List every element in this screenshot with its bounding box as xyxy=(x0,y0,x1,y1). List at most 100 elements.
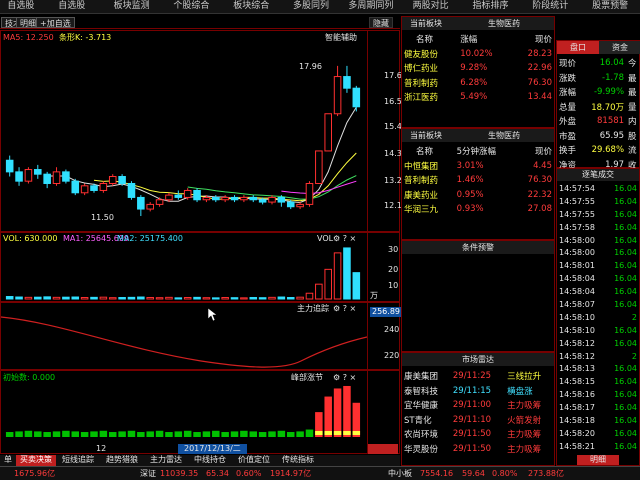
quote-value: 81581 xyxy=(597,116,625,127)
menu-item[interactable]: 股票预警 xyxy=(580,0,640,13)
tick-price: 16.04 xyxy=(614,235,637,245)
volume-bar xyxy=(324,268,332,300)
y-tick: 17.6 xyxy=(384,71,402,80)
menu-item[interactable]: 自选股 xyxy=(0,0,42,13)
stock-change: 10.02% xyxy=(460,48,493,59)
menu-item[interactable]: 板块综合 xyxy=(221,0,281,13)
tick-time: 14:57:58 xyxy=(559,222,595,232)
tab-funds[interactable]: 资金 xyxy=(599,41,640,54)
candle xyxy=(352,87,361,108)
add-favorite-button[interactable]: +加自选 xyxy=(36,17,75,28)
quote-label: 流 xyxy=(628,146,637,157)
candle xyxy=(277,196,286,203)
stock-name: 华灵股份 xyxy=(404,444,439,455)
tick-price: 2 xyxy=(631,351,637,361)
menu-item[interactable]: 多周期同列 xyxy=(341,0,401,13)
table-row[interactable]: ST青化 29/11:10 火箭发射 xyxy=(402,413,554,428)
y-tick: 13.2 xyxy=(384,176,402,185)
table-row[interactable]: 宜华健康 29/11:00 主力吸筹 xyxy=(402,398,554,413)
signal-bar xyxy=(193,432,201,437)
tab-indicator[interactable]: 单 xyxy=(0,455,16,466)
volume-bar xyxy=(52,296,61,300)
tab-quote[interactable]: 盘口 xyxy=(557,41,599,54)
candle xyxy=(71,180,80,194)
signal-bar xyxy=(333,388,342,437)
vol-unit: 万 xyxy=(370,291,378,300)
tab-indicator[interactable]: 传统指标 xyxy=(276,455,320,466)
index-change: 59.64 xyxy=(462,469,485,478)
vol-axis: 30 20 10 万 xyxy=(367,233,401,301)
signal-bar xyxy=(258,432,267,437)
sector-name[interactable]: 生物医药 xyxy=(488,19,520,29)
tick-price: 16.04 xyxy=(614,196,637,206)
volume-bar xyxy=(174,297,183,300)
menu-item[interactable]: 两股对比 xyxy=(401,0,461,13)
detail-button[interactable]: 明细 xyxy=(577,455,619,465)
stock-name: 博仁药业 xyxy=(404,64,439,75)
menu-item[interactable]: 阶段统计 xyxy=(520,0,580,13)
tick-row: 14:57:58 16.04 xyxy=(557,222,639,235)
table-row[interactable]: 浙江医药 5.49% 13.44 xyxy=(402,90,554,105)
quote-label: 量 xyxy=(628,102,637,113)
index-amount: 1914.97亿 xyxy=(270,469,312,478)
tick-price: 16.04 xyxy=(614,441,637,451)
tick-price: 16.04 xyxy=(614,248,637,258)
oscillator-panel[interactable]: 主力追踪 ⚙ ? × 256.89 240 220 xyxy=(0,302,402,370)
tick-price: 16.04 xyxy=(614,209,637,219)
table-row[interactable]: 博仁药业 9.28% 22.96 xyxy=(402,61,554,76)
table-row[interactable]: 华润三九 0.93% 27.08 xyxy=(402,202,554,217)
menu-item[interactable]: 个股综合 xyxy=(162,0,222,13)
candle xyxy=(52,171,61,184)
table-row[interactable]: 普利制药 6.28% 76.30 xyxy=(402,76,554,91)
signal-chart xyxy=(5,385,361,437)
volume-bar xyxy=(193,296,201,300)
date-row: 12 2017/12/13/二 xyxy=(0,444,400,455)
tick-time: 14:58:21 xyxy=(559,441,595,451)
volume-bar xyxy=(137,296,145,300)
table-row[interactable]: 康美集团 29/11:25 三线拉升 xyxy=(402,369,554,384)
tick-row: 14:58:21 16.04 xyxy=(557,441,639,454)
table-row[interactable]: 农尚环境 29/11:50 主力吸筹 xyxy=(402,427,554,442)
quote-value: -9.99% xyxy=(593,87,625,98)
menu-item[interactable]: 板块监测 xyxy=(102,0,162,13)
sector-name[interactable]: 生物医药 xyxy=(488,131,520,141)
table-row[interactable]: 中恒集团 3.01% 4.45 xyxy=(402,159,554,174)
signal-panel[interactable]: 初始数: 0.000 峰部涨节 ⚙ ? × xyxy=(0,370,400,454)
candle xyxy=(99,182,108,191)
chart-toolbar: 技术 明细 +加自选 隐藏 xyxy=(0,16,400,29)
table-row[interactable]: 健友股份 10.02% 28.23 xyxy=(402,47,554,62)
menu-item[interactable]: 自选股 xyxy=(42,0,102,13)
volume-bar xyxy=(258,297,267,300)
tab-indicator[interactable]: 短线追踪 xyxy=(56,455,100,466)
table-row[interactable]: 康美药业 0.95% 22.32 xyxy=(402,188,554,203)
table-row[interactable]: 普利制药 1.46% 76.30 xyxy=(402,173,554,188)
candle xyxy=(221,196,229,201)
tab-indicator[interactable]: 买卖决策 xyxy=(16,455,56,466)
table-row[interactable]: 泰智科技 29/11:15 横盘涨 xyxy=(402,384,554,399)
candle xyxy=(202,196,211,201)
quote-label: 今 xyxy=(628,59,637,70)
col-header: 名称 xyxy=(416,35,434,46)
menu-item[interactable]: 多股同列 xyxy=(281,0,341,13)
kline-panel[interactable]: MA5: 12.250 条形K: -3.713 智能辅助 17.96 11.50… xyxy=(0,30,402,232)
stock-name: 中恒集团 xyxy=(404,161,439,172)
y-tick: 10 xyxy=(388,281,399,290)
volume-bar xyxy=(165,296,173,300)
tab-label: 盘口 xyxy=(570,43,586,52)
osc-axis: 256.89 240 220 xyxy=(367,303,402,369)
menu-item[interactable]: 指标排序 xyxy=(461,0,521,13)
tick-row: 14:58:00 16.04 xyxy=(557,235,639,248)
signal-bar xyxy=(99,430,108,437)
tab-indicator[interactable]: 价值定位 xyxy=(232,455,276,466)
tab-indicator[interactable]: 中线持仓 xyxy=(188,455,232,466)
tick-row: 14:58:12 2 xyxy=(557,351,639,364)
hide-button[interactable]: 隐藏 xyxy=(369,17,393,28)
tick-row: 14:58:04 16.04 xyxy=(557,273,639,286)
candle xyxy=(118,176,126,184)
volume-panel[interactable]: VOL: 630.000 MA1: 25645.699 MA2: 25175.4… xyxy=(0,232,400,302)
cond-title: 条件预警 xyxy=(462,243,494,252)
table-row[interactable]: 华灵股份 29/11:50 主力吸筹 xyxy=(402,442,554,457)
tab-indicator[interactable]: 趋势猎狼 xyxy=(100,455,144,466)
tab-indicator[interactable]: 主力雷达 xyxy=(144,455,188,466)
volume-bar xyxy=(286,297,295,300)
